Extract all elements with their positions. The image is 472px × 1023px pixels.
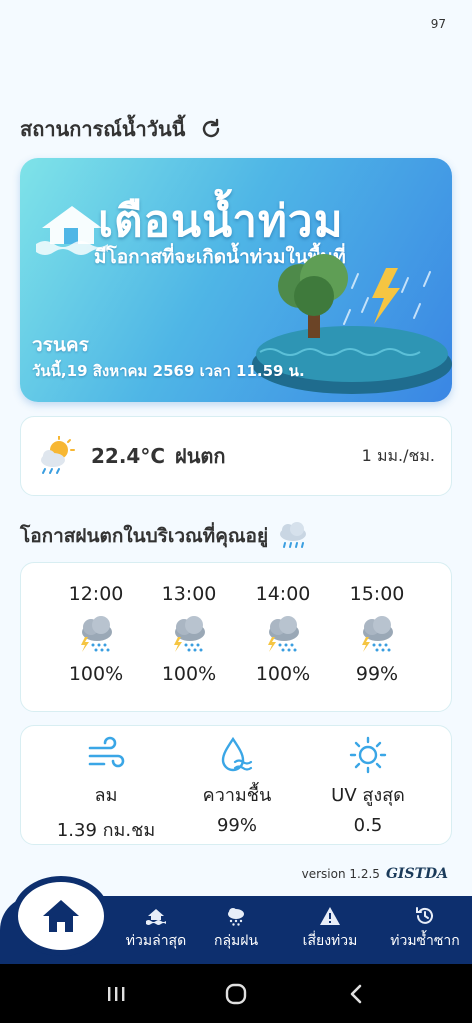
history-icon <box>416 907 433 924</box>
current-temperature: 22.4°C <box>91 444 166 468</box>
battery-level: 97 <box>430 17 446 31</box>
home-button[interactable] <box>12 876 110 956</box>
version-row: version 1.2.5 GISTDA <box>302 862 448 886</box>
rain-chance-label: โอกาสฝนตกในบริเวณที่คุณอยู่ <box>20 525 269 547</box>
condition-value: 1.39 กม.ชม <box>56 820 156 841</box>
uv-sun-icon <box>349 736 387 774</box>
thunderstorm-icon <box>362 616 393 652</box>
hourly-item: 15:00 99% <box>332 563 422 713</box>
rain-cloud-icon <box>228 908 244 926</box>
rain-chance: 99% <box>355 663 399 685</box>
flood-house-icon <box>146 909 166 925</box>
hour-time: 14:00 <box>255 583 311 605</box>
conditions-card: ลม 1.39 กม.ชม ความชื้น 99% UV สูงสุด 0.5 <box>20 725 452 845</box>
status-bar: 97 <box>0 0 472 48</box>
rain-chance: 100% <box>68 663 124 685</box>
rain-chance-title: โอกาสฝนตกในบริเวณที่คุณอยู่ <box>20 520 310 552</box>
thunderstorm-icon <box>268 616 299 652</box>
system-navigation-bar <box>0 964 472 1023</box>
hour-time: 12:00 <box>68 583 124 605</box>
condition-value: 99% <box>216 815 257 836</box>
nav-item-latest-flood[interactable]: ท่วมล่าสุด <box>104 906 208 956</box>
wind-icon <box>88 736 125 768</box>
alert-datetime: วันนี้,19 สิงหาคม 2569 เวลา 11.59 น. <box>32 362 305 380</box>
current-rainfall: 1 มม./ชม. <box>361 445 435 465</box>
current-condition: ฝนตก <box>175 444 226 468</box>
thunderstorm-icon <box>81 616 112 652</box>
hourly-item: 13:00 100% <box>144 563 234 713</box>
humidity-icon <box>221 736 253 772</box>
back-icon <box>350 984 362 1003</box>
rain-cloud-icon <box>280 522 307 548</box>
condition-item: UV สูงสุด 0.5 <box>303 726 433 846</box>
nav-item-rain-cluster[interactable]: กลุ่มฝน <box>200 906 272 956</box>
hourly-item: 12:00 100% <box>51 563 141 713</box>
home-icon <box>43 900 79 932</box>
system-home-button[interactable] <box>221 979 251 1009</box>
hourly-item: 14:00 100% <box>238 563 328 713</box>
condition-item: ลม 1.39 กม.ชม <box>41 726 171 846</box>
nav-label: ท่วมล่าสุด <box>125 933 187 949</box>
nav-item-repeated-flood[interactable]: ท่วมซ้ำซาก <box>380 906 470 956</box>
alert-location: วรนคร <box>32 334 89 356</box>
hourly-forecast-card: 12:00 100% 13:00 100% 14:00 100% 15:00 9… <box>20 562 452 712</box>
sun-cloud-rain-icon <box>41 436 75 474</box>
current-weather-card: 22.4°C ฝนตก 1 มม./ชม. <box>20 416 452 496</box>
gistda-logo: GISTDA <box>385 866 448 882</box>
nav-label: ท่วมซ้ำซาก <box>390 933 460 949</box>
condition-label: ความชื้น <box>202 785 272 806</box>
hour-time: 13:00 <box>161 583 217 605</box>
refresh-icon[interactable] <box>199 117 223 141</box>
nav-label: กลุ่มฝน <box>213 933 259 949</box>
thunderstorm-icon <box>174 616 205 652</box>
condition-label: UV สูงสุด <box>331 785 405 806</box>
flood-alert-card[interactable]: เตือนน้ำท่วม มีโอกาสที่จะเกิดน้ำท่วมในพื… <box>20 158 452 402</box>
version-text: version 1.2.5 <box>301 867 380 881</box>
rain-chance: 100% <box>161 663 217 685</box>
hour-time: 15:00 <box>349 583 405 605</box>
back-button[interactable] <box>341 979 371 1009</box>
condition-item: ความชื้น 99% <box>172 726 302 846</box>
section-title: สถานการณ์น้ำวันนี้ <box>20 114 223 144</box>
warning-icon <box>320 907 340 925</box>
nav-label: เสี่ยงท่วม <box>302 933 358 949</box>
system-home-icon <box>225 983 247 1004</box>
recent-apps-button[interactable] <box>101 979 131 1009</box>
page-title: สถานการณ์น้ำวันนี้ <box>20 117 186 141</box>
condition-value: 0.5 <box>353 815 383 836</box>
recent-apps-icon <box>108 986 125 1001</box>
nav-item-flood-risk[interactable]: เสี่ยงท่วม <box>288 906 372 956</box>
condition-label: ลม <box>94 785 118 806</box>
rain-chance: 100% <box>255 663 311 685</box>
